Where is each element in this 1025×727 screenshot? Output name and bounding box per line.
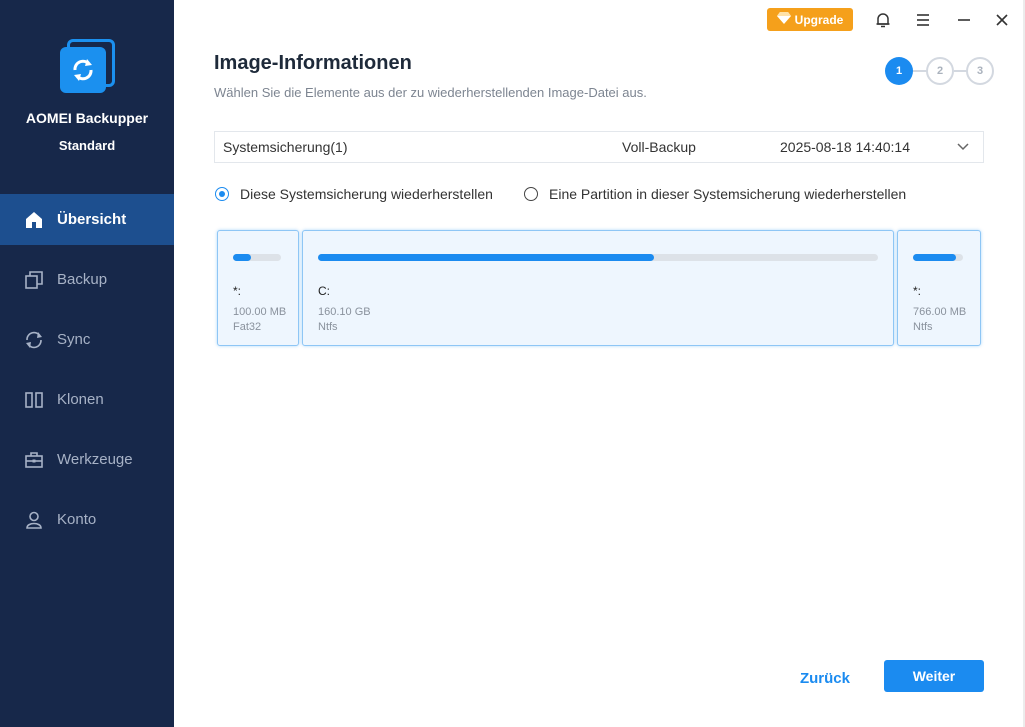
partition-filesystem: Fat32 xyxy=(233,321,262,333)
usage-fill xyxy=(318,254,654,261)
partition-size: 766.00 MB xyxy=(913,306,967,318)
backup-date: 2025-08-18 14:40:14 xyxy=(780,139,910,155)
partition-card[interactable]: *: 100.00 MB Fat32 xyxy=(217,230,299,346)
sidebar-item-label: Klonen xyxy=(57,391,104,408)
bell-icon[interactable] xyxy=(871,8,895,32)
step-connector xyxy=(913,70,927,72)
step-2: 2 xyxy=(926,57,954,85)
toolbox-icon xyxy=(24,450,44,470)
partition-letter: *: xyxy=(233,284,242,298)
sidebar-item-overview[interactable]: Übersicht xyxy=(0,194,174,245)
radio-restore-system[interactable]: Diese Systemsicherung wiederherstellen xyxy=(215,186,493,202)
upgrade-button[interactable]: Upgrade xyxy=(767,8,853,31)
radio-restore-partition[interactable]: Eine Partition in dieser Systemsicherung… xyxy=(524,186,906,202)
home-icon xyxy=(24,210,44,230)
partition-letter: *: xyxy=(913,284,922,298)
sidebar-item-label: Sync xyxy=(57,331,91,348)
partition-filesystem: Ntfs xyxy=(913,321,933,333)
clone-icon xyxy=(24,390,44,410)
sidebar-item-label: Werkzeuge xyxy=(57,451,133,468)
step-3: 3 xyxy=(966,57,994,85)
sidebar-item-label: Konto xyxy=(57,511,97,528)
diamond-icon xyxy=(776,12,791,27)
sidebar-item-account[interactable]: Konto xyxy=(0,494,174,545)
step-1: 1 xyxy=(885,57,913,85)
partition-card[interactable]: *: 766.00 MB Ntfs xyxy=(897,230,981,346)
close-icon[interactable] xyxy=(990,8,1014,32)
radio-button-checked[interactable] xyxy=(215,187,229,201)
partition-filesystem: Ntfs xyxy=(318,321,338,333)
radio-label: Diese Systemsicherung wiederherstellen xyxy=(240,186,493,202)
backup-select-dropdown[interactable]: Systemsicherung(1) Voll-Backup 2025-08-1… xyxy=(214,131,984,163)
radio-button[interactable] xyxy=(524,187,538,201)
sidebar: AOMEI Backupper Standard Übersicht Backu… xyxy=(0,0,174,727)
usage-fill xyxy=(233,254,252,261)
usage-bar xyxy=(913,254,963,261)
sidebar-item-tools[interactable]: Werkzeuge xyxy=(0,434,174,485)
sidebar-item-sync[interactable]: Sync xyxy=(0,314,174,365)
minimize-icon[interactable] xyxy=(952,8,976,32)
app-name: AOMEI Backupper xyxy=(25,110,149,126)
sync-icon xyxy=(24,330,44,350)
backup-icon xyxy=(24,270,44,290)
user-icon xyxy=(24,510,44,530)
sidebar-item-backup[interactable]: Backup xyxy=(0,254,174,305)
partition-size: 100.00 MB xyxy=(233,306,287,318)
sidebar-item-clone[interactable]: Klonen xyxy=(0,374,174,425)
chevron-down-icon xyxy=(956,139,970,156)
app-logo xyxy=(58,39,116,97)
menu-icon[interactable] xyxy=(911,8,935,32)
backup-type: Voll-Backup xyxy=(622,139,696,155)
page-title: Image-Informationen xyxy=(214,52,412,74)
sidebar-item-label: Übersicht xyxy=(57,211,127,228)
upgrade-label: Upgrade xyxy=(794,12,844,27)
app-edition: Standard xyxy=(58,138,116,153)
usage-bar xyxy=(318,254,878,261)
back-button[interactable]: Zurück xyxy=(790,664,860,692)
page-subtitle: Wählen Sie die Elemente aus der zu wiede… xyxy=(214,85,647,100)
partition-size: 160.10 GB xyxy=(318,306,371,318)
backup-name: Systemsicherung(1) xyxy=(223,139,348,155)
usage-bar xyxy=(233,254,281,261)
partition-card[interactable]: C: 160.10 GB Ntfs xyxy=(302,230,894,346)
next-button[interactable]: Weiter xyxy=(884,660,984,692)
usage-fill xyxy=(913,254,956,261)
radio-label: Eine Partition in dieser Systemsicherung… xyxy=(549,186,907,202)
sidebar-item-label: Backup xyxy=(57,271,108,288)
partition-letter: C: xyxy=(318,284,330,298)
